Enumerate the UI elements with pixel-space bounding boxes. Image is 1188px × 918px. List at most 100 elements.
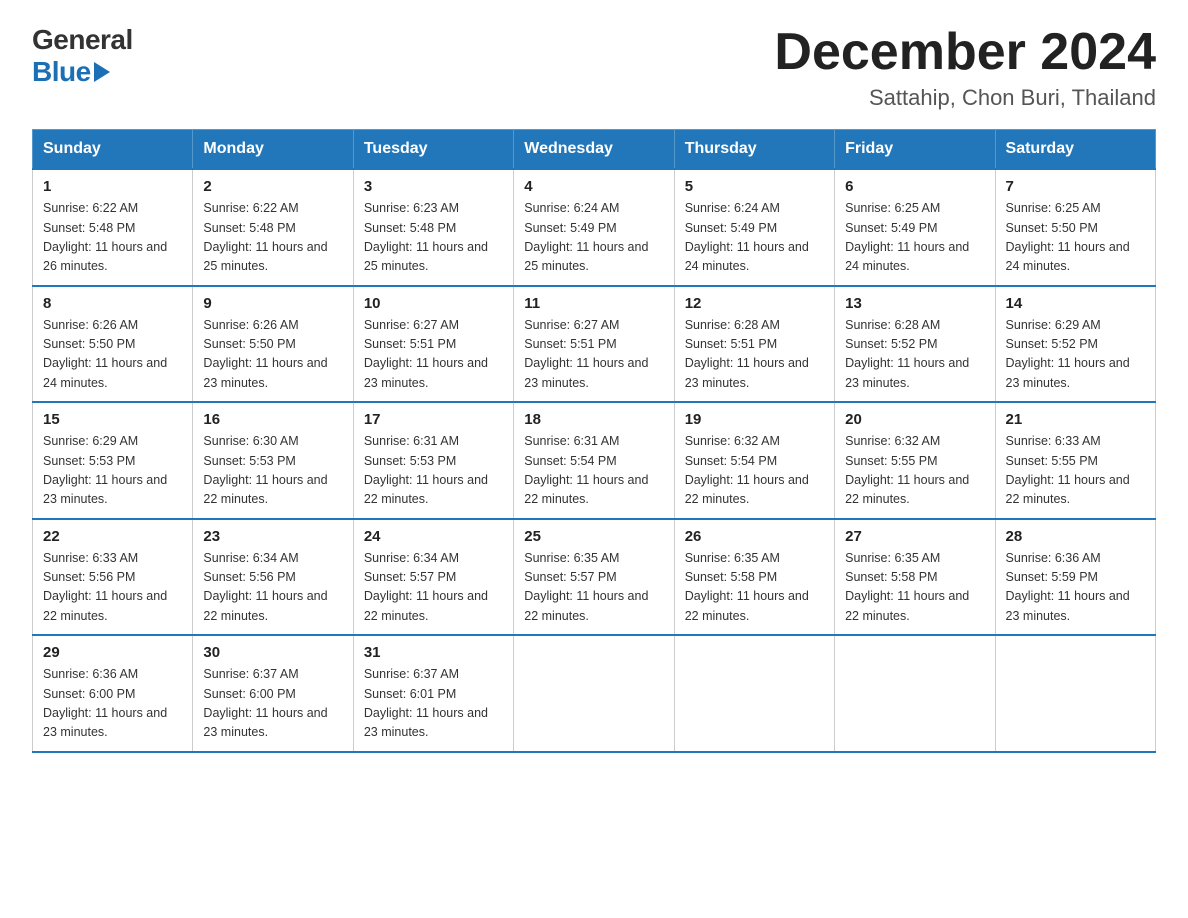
calendar-day-cell: 4 Sunrise: 6:24 AMSunset: 5:49 PMDaylight…: [514, 169, 674, 286]
day-info: Sunrise: 6:28 AMSunset: 5:52 PMDaylight:…: [845, 316, 984, 394]
day-number: 8: [43, 295, 182, 312]
logo-general-text: General: [32, 24, 133, 56]
calendar-week-row: 1 Sunrise: 6:22 AMSunset: 5:48 PMDaylight…: [33, 169, 1156, 286]
calendar-day-cell: 20 Sunrise: 6:32 AMSunset: 5:55 PMDayligh…: [835, 402, 995, 519]
calendar-day-cell: 31 Sunrise: 6:37 AMSunset: 6:01 PMDayligh…: [353, 635, 513, 752]
title-block: December 2024 Sattahip, Chon Buri, Thail…: [774, 24, 1156, 111]
day-info: Sunrise: 6:33 AMSunset: 5:56 PMDaylight:…: [43, 549, 182, 627]
day-info: Sunrise: 6:28 AMSunset: 5:51 PMDaylight:…: [685, 316, 824, 394]
day-info: Sunrise: 6:35 AMSunset: 5:58 PMDaylight:…: [845, 549, 984, 627]
empty-cell: [674, 635, 834, 752]
day-info: Sunrise: 6:36 AMSunset: 6:00 PMDaylight:…: [43, 665, 182, 743]
day-info: Sunrise: 6:31 AMSunset: 5:54 PMDaylight:…: [524, 432, 663, 510]
page-header: General Blue December 2024 Sattahip, Cho…: [32, 24, 1156, 111]
day-info: Sunrise: 6:24 AMSunset: 5:49 PMDaylight:…: [685, 199, 824, 277]
weekday-header-tuesday: Tuesday: [353, 130, 513, 170]
day-info: Sunrise: 6:29 AMSunset: 5:53 PMDaylight:…: [43, 432, 182, 510]
day-info: Sunrise: 6:23 AMSunset: 5:48 PMDaylight:…: [364, 199, 503, 277]
logo: General Blue: [32, 24, 133, 88]
calendar-day-cell: 30Sunrise: 6:37 AMSunset: 6:00 PMDayligh…: [193, 635, 353, 752]
calendar-day-cell: 21 Sunrise: 6:33 AMSunset: 5:55 PMDayligh…: [995, 402, 1155, 519]
empty-cell: [514, 635, 674, 752]
day-number: 19: [685, 411, 824, 428]
calendar-day-cell: 10 Sunrise: 6:27 AMSunset: 5:51 PMDayligh…: [353, 286, 513, 403]
day-info: Sunrise: 6:27 AMSunset: 5:51 PMDaylight:…: [364, 316, 503, 394]
logo-blue-text: Blue: [32, 56, 133, 88]
calendar-day-cell: 7Sunrise: 6:25 AMSunset: 5:50 PMDaylight…: [995, 169, 1155, 286]
calendar-day-cell: 12 Sunrise: 6:28 AMSunset: 5:51 PMDayligh…: [674, 286, 834, 403]
calendar-day-cell: 9 Sunrise: 6:26 AMSunset: 5:50 PMDaylight…: [193, 286, 353, 403]
day-info: Sunrise: 6:24 AMSunset: 5:49 PMDaylight:…: [524, 199, 663, 277]
day-number: 11: [524, 295, 663, 312]
day-number: 25: [524, 528, 663, 545]
weekday-header-wednesday: Wednesday: [514, 130, 674, 170]
day-number: 21: [1006, 411, 1145, 428]
day-info: Sunrise: 6:34 AMSunset: 5:56 PMDaylight:…: [203, 549, 342, 627]
calendar-day-cell: 27 Sunrise: 6:35 AMSunset: 5:58 PMDayligh…: [835, 519, 995, 636]
day-info: Sunrise: 6:30 AMSunset: 5:53 PMDaylight:…: [203, 432, 342, 510]
day-number: 29: [43, 644, 182, 661]
calendar-day-cell: 24Sunrise: 6:34 AMSunset: 5:57 PMDayligh…: [353, 519, 513, 636]
calendar-day-cell: 18 Sunrise: 6:31 AMSunset: 5:54 PMDayligh…: [514, 402, 674, 519]
calendar-day-cell: 19 Sunrise: 6:32 AMSunset: 5:54 PMDayligh…: [674, 402, 834, 519]
day-info: Sunrise: 6:32 AMSunset: 5:54 PMDaylight:…: [685, 432, 824, 510]
calendar-day-cell: 6 Sunrise: 6:25 AMSunset: 5:49 PMDaylight…: [835, 169, 995, 286]
day-number: 27: [845, 528, 984, 545]
calendar-week-row: 15 Sunrise: 6:29 AMSunset: 5:53 PMDayligh…: [33, 402, 1156, 519]
day-number: 10: [364, 295, 503, 312]
day-number: 3: [364, 178, 503, 195]
day-info: Sunrise: 6:25 AMSunset: 5:50 PMDaylight:…: [1006, 199, 1145, 277]
calendar-day-cell: 3 Sunrise: 6:23 AMSunset: 5:48 PMDaylight…: [353, 169, 513, 286]
weekday-header-sunday: Sunday: [33, 130, 193, 170]
calendar-day-cell: 17 Sunrise: 6:31 AMSunset: 5:53 PMDayligh…: [353, 402, 513, 519]
day-number: 16: [203, 411, 342, 428]
calendar-day-cell: 22Sunrise: 6:33 AMSunset: 5:56 PMDayligh…: [33, 519, 193, 636]
day-number: 23: [203, 528, 342, 545]
calendar-table: SundayMondayTuesdayWednesdayThursdayFrid…: [32, 129, 1156, 753]
calendar-day-cell: 14Sunrise: 6:29 AMSunset: 5:52 PMDayligh…: [995, 286, 1155, 403]
day-number: 17: [364, 411, 503, 428]
day-info: Sunrise: 6:31 AMSunset: 5:53 PMDaylight:…: [364, 432, 503, 510]
location-subtitle: Sattahip, Chon Buri, Thailand: [774, 85, 1156, 111]
day-number: 24: [364, 528, 503, 545]
day-number: 6: [845, 178, 984, 195]
day-number: 18: [524, 411, 663, 428]
day-info: Sunrise: 6:26 AMSunset: 5:50 PMDaylight:…: [203, 316, 342, 394]
day-number: 5: [685, 178, 824, 195]
day-number: 4: [524, 178, 663, 195]
weekday-header-friday: Friday: [835, 130, 995, 170]
day-number: 28: [1006, 528, 1145, 545]
month-title: December 2024: [774, 24, 1156, 81]
calendar-week-row: 29 Sunrise: 6:36 AMSunset: 6:00 PMDayligh…: [33, 635, 1156, 752]
calendar-day-cell: 25 Sunrise: 6:35 AMSunset: 5:57 PMDayligh…: [514, 519, 674, 636]
calendar-day-cell: 16 Sunrise: 6:30 AMSunset: 5:53 PMDayligh…: [193, 402, 353, 519]
day-number: 15: [43, 411, 182, 428]
day-number: 1: [43, 178, 182, 195]
day-number: 9: [203, 295, 342, 312]
calendar-week-row: 22Sunrise: 6:33 AMSunset: 5:56 PMDayligh…: [33, 519, 1156, 636]
calendar-week-row: 8 Sunrise: 6:26 AMSunset: 5:50 PMDaylight…: [33, 286, 1156, 403]
weekday-header-saturday: Saturday: [995, 130, 1155, 170]
empty-cell: [995, 635, 1155, 752]
day-number: 14: [1006, 295, 1145, 312]
calendar-day-cell: 15 Sunrise: 6:29 AMSunset: 5:53 PMDayligh…: [33, 402, 193, 519]
day-number: 31: [364, 644, 503, 661]
day-number: 26: [685, 528, 824, 545]
day-info: Sunrise: 6:33 AMSunset: 5:55 PMDaylight:…: [1006, 432, 1145, 510]
empty-cell: [835, 635, 995, 752]
calendar-day-cell: 13Sunrise: 6:28 AMSunset: 5:52 PMDayligh…: [835, 286, 995, 403]
calendar-day-cell: 1 Sunrise: 6:22 AMSunset: 5:48 PMDaylight…: [33, 169, 193, 286]
day-info: Sunrise: 6:35 AMSunset: 5:57 PMDaylight:…: [524, 549, 663, 627]
day-info: Sunrise: 6:32 AMSunset: 5:55 PMDaylight:…: [845, 432, 984, 510]
calendar-day-cell: 11Sunrise: 6:27 AMSunset: 5:51 PMDayligh…: [514, 286, 674, 403]
day-info: Sunrise: 6:37 AMSunset: 6:00 PMDaylight:…: [203, 665, 342, 743]
day-number: 2: [203, 178, 342, 195]
day-info: Sunrise: 6:22 AMSunset: 5:48 PMDaylight:…: [43, 199, 182, 277]
day-info: Sunrise: 6:35 AMSunset: 5:58 PMDaylight:…: [685, 549, 824, 627]
day-number: 20: [845, 411, 984, 428]
day-info: Sunrise: 6:25 AMSunset: 5:49 PMDaylight:…: [845, 199, 984, 277]
day-info: Sunrise: 6:37 AMSunset: 6:01 PMDaylight:…: [364, 665, 503, 743]
day-info: Sunrise: 6:22 AMSunset: 5:48 PMDaylight:…: [203, 199, 342, 277]
calendar-day-cell: 5 Sunrise: 6:24 AMSunset: 5:49 PMDaylight…: [674, 169, 834, 286]
day-number: 12: [685, 295, 824, 312]
